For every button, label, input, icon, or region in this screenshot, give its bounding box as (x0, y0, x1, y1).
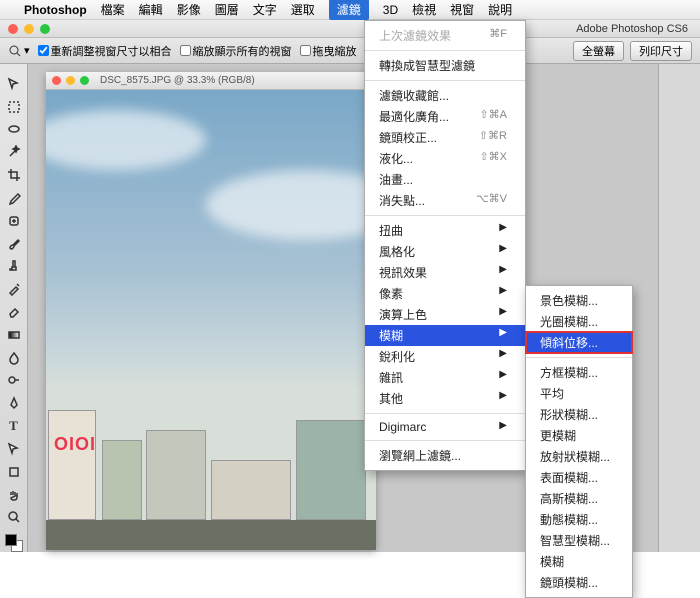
mi-shape-blur[interactable]: 形狀模糊... (526, 404, 632, 425)
hand-tool[interactable] (3, 485, 25, 505)
mi-blur-more[interactable]: 更模糊 (526, 425, 632, 446)
zoom-all-windows-checkbox[interactable]: 縮放顯示所有的視窗 (180, 43, 292, 59)
mi-radial-blur[interactable]: 放射狀模糊... (526, 446, 632, 467)
minimize-button[interactable] (24, 24, 34, 34)
mi-pixelate[interactable]: 像素▶ (365, 283, 525, 304)
dodge-tool[interactable] (3, 371, 25, 391)
zoom-tool-indicator[interactable]: ▾ (8, 44, 30, 58)
mi-adaptive-wide[interactable]: 最適化廣角...⇧⌘A (365, 106, 525, 127)
zoom-tool[interactable] (3, 507, 25, 527)
menu-type[interactable]: 文字 (253, 1, 277, 18)
shape-tool[interactable] (3, 462, 25, 482)
app-menu[interactable]: Photoshop (24, 3, 87, 17)
mi-sharpen[interactable]: 銳利化▶ (365, 346, 525, 367)
mi-smart-blur[interactable]: 智慧型模糊... (526, 530, 632, 551)
filter-menu: 上次濾鏡效果⌘F 轉換成智慧型濾鏡 濾鏡收藏館... 最適化廣角...⇧⌘A 鏡… (364, 20, 526, 471)
doc-close-button[interactable] (52, 76, 61, 85)
mi-digimarc[interactable]: Digimarc▶ (365, 418, 525, 436)
document-titlebar[interactable]: DSC_8575.JPG @ 33.3% (RGB/8) (46, 72, 376, 90)
wand-tool[interactable] (3, 142, 25, 162)
mi-filter-gallery[interactable]: 濾鏡收藏館... (365, 85, 525, 106)
blur-tool[interactable] (3, 348, 25, 368)
mi-surface-blur[interactable]: 表面模糊... (526, 467, 632, 488)
mi-blur[interactable]: 模糊▶ (365, 325, 525, 346)
building-sign: OIOI (54, 434, 96, 455)
mi-other[interactable]: 其他▶ (365, 388, 525, 409)
eyedropper-tool[interactable] (3, 188, 25, 208)
doc-zoom-button[interactable] (80, 76, 89, 85)
menu-image[interactable]: 影像 (177, 1, 201, 18)
menu-window[interactable]: 視窗 (450, 1, 474, 18)
mi-iris-blur[interactable]: 光圈模糊... (526, 311, 632, 332)
document-window: DSC_8575.JPG @ 33.3% (RGB/8) OIOI (46, 72, 376, 550)
path-tool[interactable] (3, 439, 25, 459)
menu-view[interactable]: 檢視 (412, 1, 436, 18)
mi-blur-basic[interactable]: 模糊 (526, 551, 632, 572)
resize-windows-checkbox[interactable]: 重新調整視窗尺寸以相合 (38, 43, 172, 59)
mi-noise[interactable]: 雜訊▶ (365, 367, 525, 388)
crop-tool[interactable] (3, 165, 25, 185)
menu-file[interactable]: 檔案 (101, 1, 125, 18)
mi-box-blur[interactable]: 方框模糊... (526, 362, 632, 383)
zoom-button[interactable] (40, 24, 50, 34)
menu-help[interactable]: 說明 (488, 1, 512, 18)
panel-dock[interactable] (658, 64, 700, 552)
mi-convert-smart[interactable]: 轉換成智慧型濾鏡 (365, 55, 525, 76)
stamp-tool[interactable] (3, 257, 25, 277)
mi-stylize[interactable]: 風格化▶ (365, 241, 525, 262)
mi-field-blur[interactable]: 景色模糊... (526, 290, 632, 311)
mi-vanishing-point[interactable]: 消失點...⌥⌘V (365, 190, 525, 211)
mi-last-filter: 上次濾鏡效果⌘F (365, 25, 525, 46)
marquee-tool[interactable] (3, 97, 25, 117)
document-canvas[interactable]: OIOI (46, 90, 376, 550)
mac-menubar: Photoshop 檔案 編輯 影像 圖層 文字 選取 濾鏡 3D 檢視 視窗 … (0, 0, 700, 20)
mi-average[interactable]: 平均 (526, 383, 632, 404)
eraser-tool[interactable] (3, 302, 25, 322)
mi-browse-filters[interactable]: 瀏覽網上濾鏡... (365, 445, 525, 466)
move-tool[interactable] (3, 74, 25, 94)
mi-render[interactable]: 演算上色▶ (365, 304, 525, 325)
mi-liquify[interactable]: 液化...⇧⌘X (365, 148, 525, 169)
menu-layer[interactable]: 圖層 (215, 1, 239, 18)
window-chrome: Adobe Photoshop CS6 (0, 20, 700, 38)
document-title: DSC_8575.JPG @ 33.3% (RGB/8) (100, 75, 255, 86)
window-title: Adobe Photoshop CS6 (576, 23, 688, 35)
brush-tool[interactable] (3, 234, 25, 254)
blur-submenu: 景色模糊... 光圈模糊... 傾斜位移... 方框模糊... 平均 形狀模糊.… (525, 285, 633, 598)
color-swatch[interactable] (5, 534, 23, 552)
mi-oil-paint[interactable]: 油畫... (365, 169, 525, 190)
mi-tilt-shift[interactable]: 傾斜位移... (526, 332, 632, 353)
menu-3d[interactable]: 3D (383, 3, 398, 17)
menu-edit[interactable]: 編輯 (139, 1, 163, 18)
lasso-tool[interactable] (3, 120, 25, 140)
tools-panel: T (0, 64, 28, 552)
mi-gaussian-blur[interactable]: 高斯模糊... (526, 488, 632, 509)
fit-screen-button[interactable]: 全螢幕 (573, 41, 624, 61)
chevron-down-icon: ▾ (24, 44, 30, 57)
healing-tool[interactable] (3, 211, 25, 231)
close-button[interactable] (8, 24, 18, 34)
doc-minimize-button[interactable] (66, 76, 75, 85)
mi-lens-blur[interactable]: 鏡頭模糊... (526, 572, 632, 593)
scrubby-zoom-checkbox[interactable]: 拖曳縮放 (300, 43, 357, 59)
mi-video[interactable]: 視訊效果▶ (365, 262, 525, 283)
pen-tool[interactable] (3, 393, 25, 413)
print-size-button[interactable]: 列印尺寸 (630, 41, 692, 61)
gradient-tool[interactable] (3, 325, 25, 345)
mi-lens-correction[interactable]: 鏡頭校正...⇧⌘R (365, 127, 525, 148)
mi-distort[interactable]: 扭曲▶ (365, 220, 525, 241)
menu-select[interactable]: 選取 (291, 1, 315, 18)
options-bar: ▾ 重新調整視窗尺寸以相合 縮放顯示所有的視窗 拖曳縮放 全螢幕 列印尺寸 (0, 38, 700, 64)
mi-motion-blur[interactable]: 動態模糊... (526, 509, 632, 530)
menu-filter[interactable]: 濾鏡 (329, 0, 369, 20)
history-brush-tool[interactable] (3, 279, 25, 299)
type-tool[interactable]: T (3, 416, 25, 436)
